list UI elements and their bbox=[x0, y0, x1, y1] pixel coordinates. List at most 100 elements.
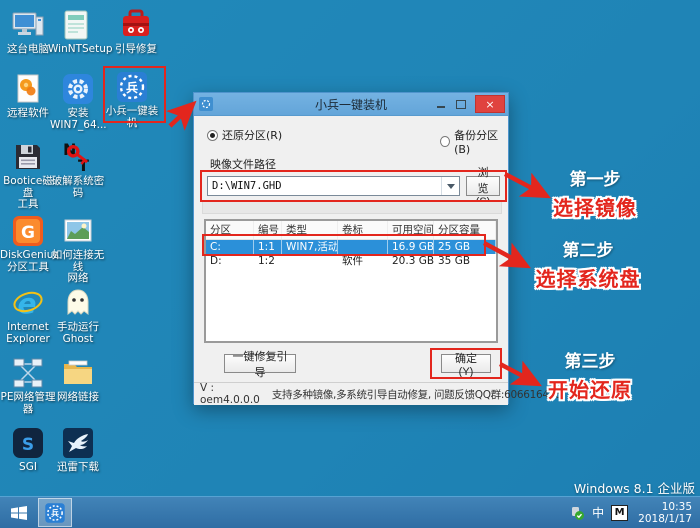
radio-label: 备份分区(B) bbox=[454, 129, 499, 156]
icon-label: SGI bbox=[19, 461, 37, 473]
ime-language-indicator[interactable]: 中 bbox=[592, 504, 604, 521]
desktop-icon-diskgenius[interactable]: G DiskGenius 分区工具 bbox=[0, 214, 59, 273]
table-row-d-drive[interactable]: D: 1:2 软件 20.3 GB 35 GB bbox=[206, 254, 496, 268]
radio-circle bbox=[207, 129, 218, 141]
desktop-icon-internet-explorer[interactable]: e Internet Explorer bbox=[0, 286, 56, 345]
icon-label: 网络链接 bbox=[57, 391, 99, 403]
progress-strip bbox=[202, 201, 502, 214]
windows-logo-icon bbox=[11, 505, 27, 520]
combobox-dropdown-arrow[interactable] bbox=[441, 177, 459, 195]
gear-icon bbox=[63, 74, 93, 104]
desktop-icon-sgi[interactable]: S SGI bbox=[0, 426, 56, 474]
windows-version-label: Windows 8.1 企业版 bbox=[573, 481, 695, 496]
status-message: 支持多种镜像,多系统引导自动修复, 问题反馈QQ群:606616468 bbox=[271, 388, 562, 401]
cell-number: 1:2 bbox=[258, 255, 275, 267]
cell-type bbox=[282, 254, 338, 268]
cell-volume: 软件 bbox=[342, 255, 363, 267]
dialog-statusbar: V : oem4.0.0.0 支持多种镜像,多系统引导自动修复, 问题反馈QQ群… bbox=[194, 382, 562, 406]
step-action: 选择镜像 bbox=[553, 196, 637, 220]
repair-boot-button[interactable]: 一键修复引导 bbox=[224, 351, 296, 379]
clock-time: 10:35 bbox=[661, 500, 692, 513]
nt-key-icon: NT bbox=[63, 140, 89, 174]
cell-free-space: 16.9 GB bbox=[388, 240, 434, 254]
annotation-step-1: 第一步 选择镜像 bbox=[525, 165, 665, 221]
icon-label: 安装 WIN7_64... bbox=[50, 107, 107, 131]
col-header: 分区容量 bbox=[434, 221, 496, 239]
bird-icon bbox=[63, 428, 93, 458]
desktop-icon-boot-repair[interactable]: 引导修复 bbox=[108, 8, 164, 56]
radio-label: 还原分区(R) bbox=[222, 129, 283, 142]
desktop-icon-nt-password[interactable]: NT 破解系统密码 bbox=[50, 140, 106, 199]
col-header: 可用空间 bbox=[388, 221, 434, 239]
col-header: 编号 bbox=[254, 221, 282, 239]
chevron-down-icon bbox=[446, 183, 455, 189]
icon-label: DiskGenius 分区工具 bbox=[0, 249, 59, 273]
ime-mode-indicator[interactable]: M bbox=[611, 504, 629, 521]
desktop-icon-install-win7[interactable]: 安装 WIN7_64... bbox=[50, 72, 107, 131]
radio-restore-partition[interactable]: 还原分区(R) bbox=[207, 127, 282, 143]
safely-remove-icon[interactable] bbox=[569, 505, 585, 521]
svg-text:G: G bbox=[21, 223, 35, 243]
svg-text:S: S bbox=[22, 435, 34, 455]
taskbar-app-xiaobing[interactable]: 兵 bbox=[38, 498, 72, 527]
start-button[interactable] bbox=[10, 503, 30, 523]
radio-backup-partition[interactable]: 备份分区(B) bbox=[440, 127, 508, 156]
ghost-icon bbox=[67, 289, 89, 315]
icon-label: 小兵一键装机 bbox=[105, 105, 159, 129]
folder-icon bbox=[64, 360, 92, 384]
annotation-step-3: 第三步 开始还原 bbox=[520, 347, 660, 403]
desktop-icon-wifi-help[interactable]: 如何连接无线 网络 bbox=[50, 214, 106, 285]
minimize-button[interactable] bbox=[431, 97, 451, 112]
installer-dialog: 小兵一键装机 × 还原分区(R) 备份分区(B) 映像文件路径 D:\WIN7.… bbox=[193, 92, 562, 406]
maximize-button[interactable] bbox=[451, 97, 471, 112]
xiaobing-app-icon: 兵 bbox=[117, 72, 147, 102]
icon-label: 如何连接无线 网络 bbox=[51, 249, 105, 284]
step-number: 第一步 bbox=[569, 170, 621, 190]
dialog-body: 还原分区(R) 备份分区(B) 映像文件路径 D:\WIN7.GHD 浏览(S)… bbox=[194, 116, 562, 406]
table-row-c-drive[interactable]: C: 1:1 WIN7,活动 16.9 GB 25 GB bbox=[206, 240, 496, 254]
cell-free-space: 20.3 GB bbox=[392, 255, 434, 267]
image-path-combobox[interactable]: D:\WIN7.GHD bbox=[207, 176, 460, 196]
ie-icon: e bbox=[13, 287, 43, 320]
clock-date: 2018/1/17 bbox=[638, 512, 692, 525]
icon-label: 迅雷下载 bbox=[57, 461, 99, 473]
desktop-icon-ghost[interactable]: 手动运行 Ghost bbox=[50, 286, 106, 345]
image-path-value: D:\WIN7.GHD bbox=[212, 180, 282, 192]
arrow-desktop-icon bbox=[166, 100, 197, 131]
taskbar: 兵 中 M 10:35 2018/1/17 bbox=[0, 496, 700, 528]
desktop-icon-xiaobing-installer[interactable]: 兵 小兵一键装机 bbox=[104, 70, 160, 129]
cell-number: 1:1 bbox=[254, 240, 282, 254]
desktop-icon-thunder-download[interactable]: 迅雷下载 bbox=[50, 426, 106, 474]
icon-label: Internet Explorer bbox=[6, 321, 50, 345]
icon-label: PE网络管理器 bbox=[0, 391, 56, 415]
image-path-label: 映像文件路径 bbox=[210, 158, 276, 171]
icon-label: 引导修复 bbox=[115, 43, 157, 55]
network-nodes-icon bbox=[13, 358, 43, 388]
step-number: 第二步 bbox=[562, 241, 614, 261]
taskbar-clock[interactable]: 10:35 2018/1/17 bbox=[638, 501, 692, 525]
document-flower-icon bbox=[17, 74, 39, 103]
system-tray: 中 M 10:35 2018/1/17 bbox=[569, 497, 700, 528]
desktop-icon-remote-software[interactable]: 远程软件 bbox=[0, 72, 56, 120]
software-box-icon bbox=[64, 10, 88, 40]
cell-volume bbox=[338, 240, 388, 254]
dialog-titlebar[interactable]: 小兵一键装机 × bbox=[194, 93, 508, 116]
radio-circle bbox=[440, 136, 451, 147]
desktop-icon-bootice[interactable]: Bootice磁盘 工具 bbox=[0, 140, 56, 211]
cell-partition: D: bbox=[210, 255, 222, 267]
xiaobing-app-icon: 兵 bbox=[45, 502, 65, 523]
ok-button[interactable]: 确定(Y) bbox=[441, 353, 491, 378]
icon-label: 远程软件 bbox=[7, 107, 49, 119]
desktop-icon-winntsetup[interactable]: WinNTSetup bbox=[48, 8, 113, 56]
desktop-icon-network-links[interactable]: 网络链接 bbox=[50, 356, 106, 404]
browse-button[interactable]: 浏览(S) bbox=[466, 167, 500, 208]
desktop-icon-pe-network-manager[interactable]: PE网络管理器 bbox=[0, 356, 56, 415]
partition-table[interactable]: 分区 编号 类型 卷标 可用空间 分区容量 C: 1:1 WIN7,活动 16.… bbox=[204, 219, 498, 343]
photo-icon bbox=[64, 219, 92, 242]
close-button[interactable]: × bbox=[475, 95, 505, 113]
cell-capacity: 35 GB bbox=[438, 255, 471, 267]
diskgenius-g-icon: G bbox=[13, 216, 43, 246]
toolbox-icon bbox=[123, 9, 149, 36]
partition-table-header: 分区 编号 类型 卷标 可用空间 分区容量 bbox=[206, 221, 496, 240]
version-text: V : oem4.0.0.0 bbox=[200, 382, 260, 406]
